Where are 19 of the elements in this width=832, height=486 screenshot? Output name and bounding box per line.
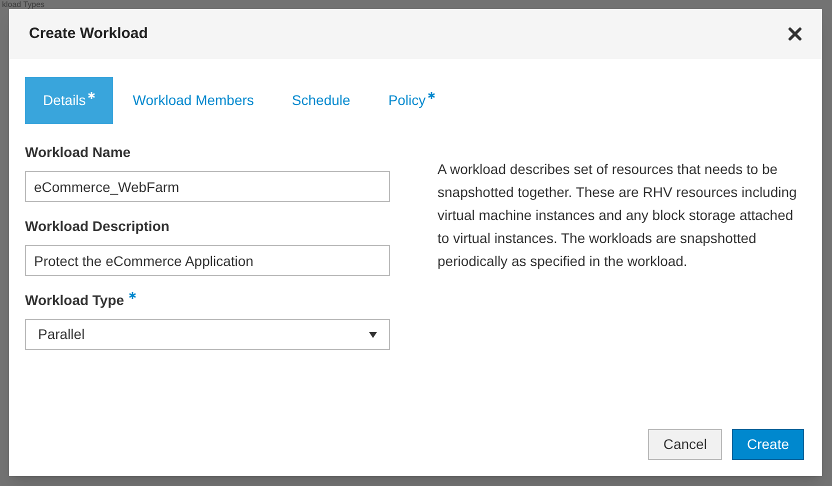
tab[interactable]: Schedule bbox=[274, 77, 368, 124]
tab[interactable]: Policy bbox=[370, 77, 453, 124]
page-title: kload Types bbox=[2, 0, 45, 9]
field-label: Workload Type bbox=[25, 291, 124, 310]
help-text: A workload describes set of resources that needs to be snapshotted together. These are RHV resources including virtual machine instances and any block storage attached to virtual instances. The workloads are snapshotted periodically as specified in the workload. bbox=[438, 160, 798, 271]
dialog-title: Create Workload bbox=[29, 24, 148, 44]
tab[interactable]: Details bbox=[25, 77, 113, 124]
field-label: Workload Description bbox=[25, 217, 170, 236]
type-select[interactable]: Parallel bbox=[25, 319, 390, 350]
cancel-button[interactable]: Cancel bbox=[648, 429, 722, 460]
text-field[interactable]: eCommerce_WebFarm bbox=[25, 171, 390, 202]
field-label: Workload Name bbox=[25, 143, 131, 162]
caret-icon bbox=[368, 332, 377, 338]
tab[interactable]: Workload Members bbox=[114, 77, 272, 124]
required-icon bbox=[428, 92, 435, 99]
close-icon[interactable] bbox=[788, 27, 802, 41]
text-field[interactable]: Protect the eCommerce Application bbox=[25, 245, 390, 276]
required-icon bbox=[88, 92, 95, 99]
create-button[interactable]: Create bbox=[732, 429, 804, 460]
